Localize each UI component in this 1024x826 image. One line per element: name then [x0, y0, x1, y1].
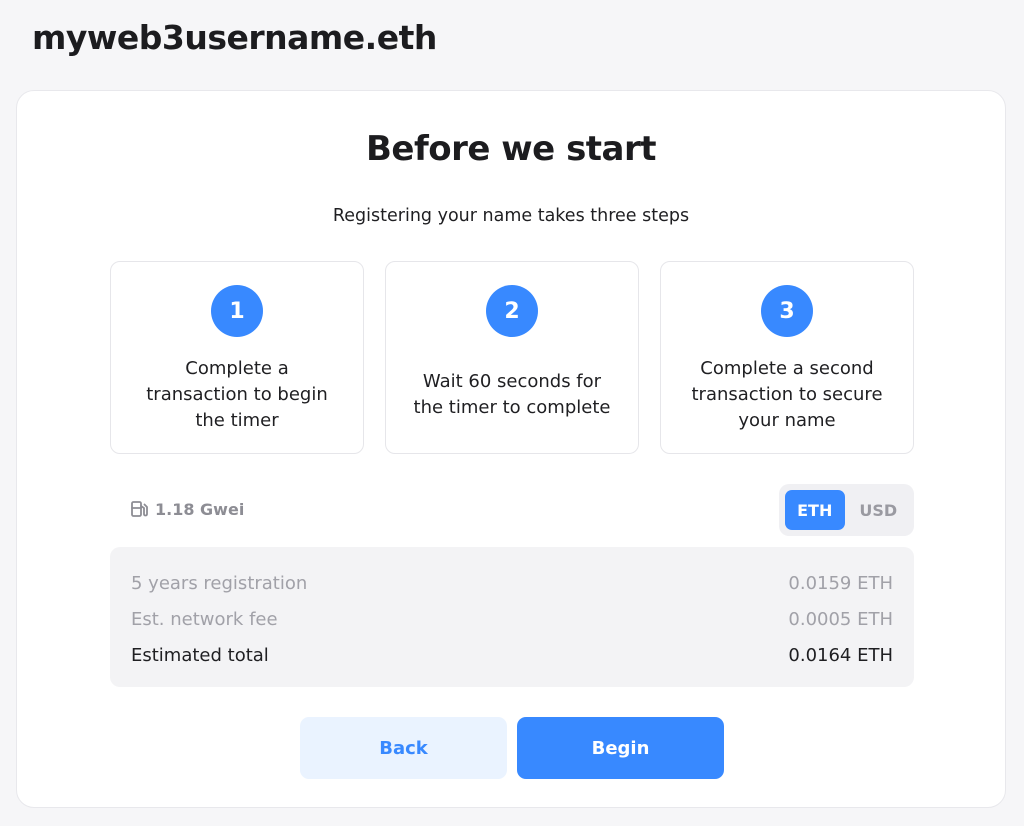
step-card-1: 1 Complete a transaction to begin the ti… [110, 261, 364, 454]
currency-option-usd[interactable]: USD [849, 490, 909, 530]
summary-label: Est. network fee [131, 608, 278, 630]
summary-row-registration: 5 years registration 0.0159 ETH [131, 565, 893, 601]
summary-row-total: Estimated total 0.0164 ETH [131, 637, 893, 673]
card-title: Before we start [365, 129, 657, 169]
gas-price-value: 1.18 Gwei [155, 499, 245, 519]
step-number-badge: 3 [761, 285, 813, 337]
cost-summary: 5 years registration 0.0159 ETH Est. net… [110, 547, 914, 687]
begin-button[interactable]: Begin [517, 717, 724, 779]
action-buttons: Back Begin [300, 717, 724, 779]
summary-value: 0.0005 ETH [788, 608, 893, 630]
summary-label: Estimated total [131, 644, 269, 666]
step-number-badge: 1 [211, 285, 263, 337]
gas-price: 1.18 Gwei [129, 499, 244, 519]
step-card-2: 2 Wait 60 seconds for the timer to compl… [385, 261, 639, 454]
summary-row-network-fee: Est. network fee 0.0005 ETH [131, 601, 893, 637]
step-card-3: 3 Complete a second transaction to secur… [660, 261, 914, 454]
step-number-badge: 2 [486, 285, 538, 337]
card-subtitle: Registering your name takes three steps [332, 206, 690, 226]
summary-label: 5 years registration [131, 572, 308, 594]
currency-option-eth[interactable]: ETH [785, 490, 845, 530]
step-description: Wait 60 seconds for the timer to complet… [413, 370, 611, 418]
summary-value: 0.0159 ETH [788, 572, 893, 594]
back-button[interactable]: Back [300, 717, 507, 779]
step-description: Complete a transaction to begin the time… [146, 357, 328, 431]
summary-value: 0.0164 ETH [788, 644, 893, 666]
currency-toggle: ETH USD [779, 484, 914, 536]
step-description: Complete a second transaction to secure … [691, 357, 883, 431]
page-title: myweb3username.eth [32, 18, 437, 57]
registration-card: Before we start Registering your name ta… [16, 90, 1006, 808]
steps-list: 1 Complete a transaction to begin the ti… [110, 261, 914, 454]
gas-pump-icon [129, 499, 149, 519]
